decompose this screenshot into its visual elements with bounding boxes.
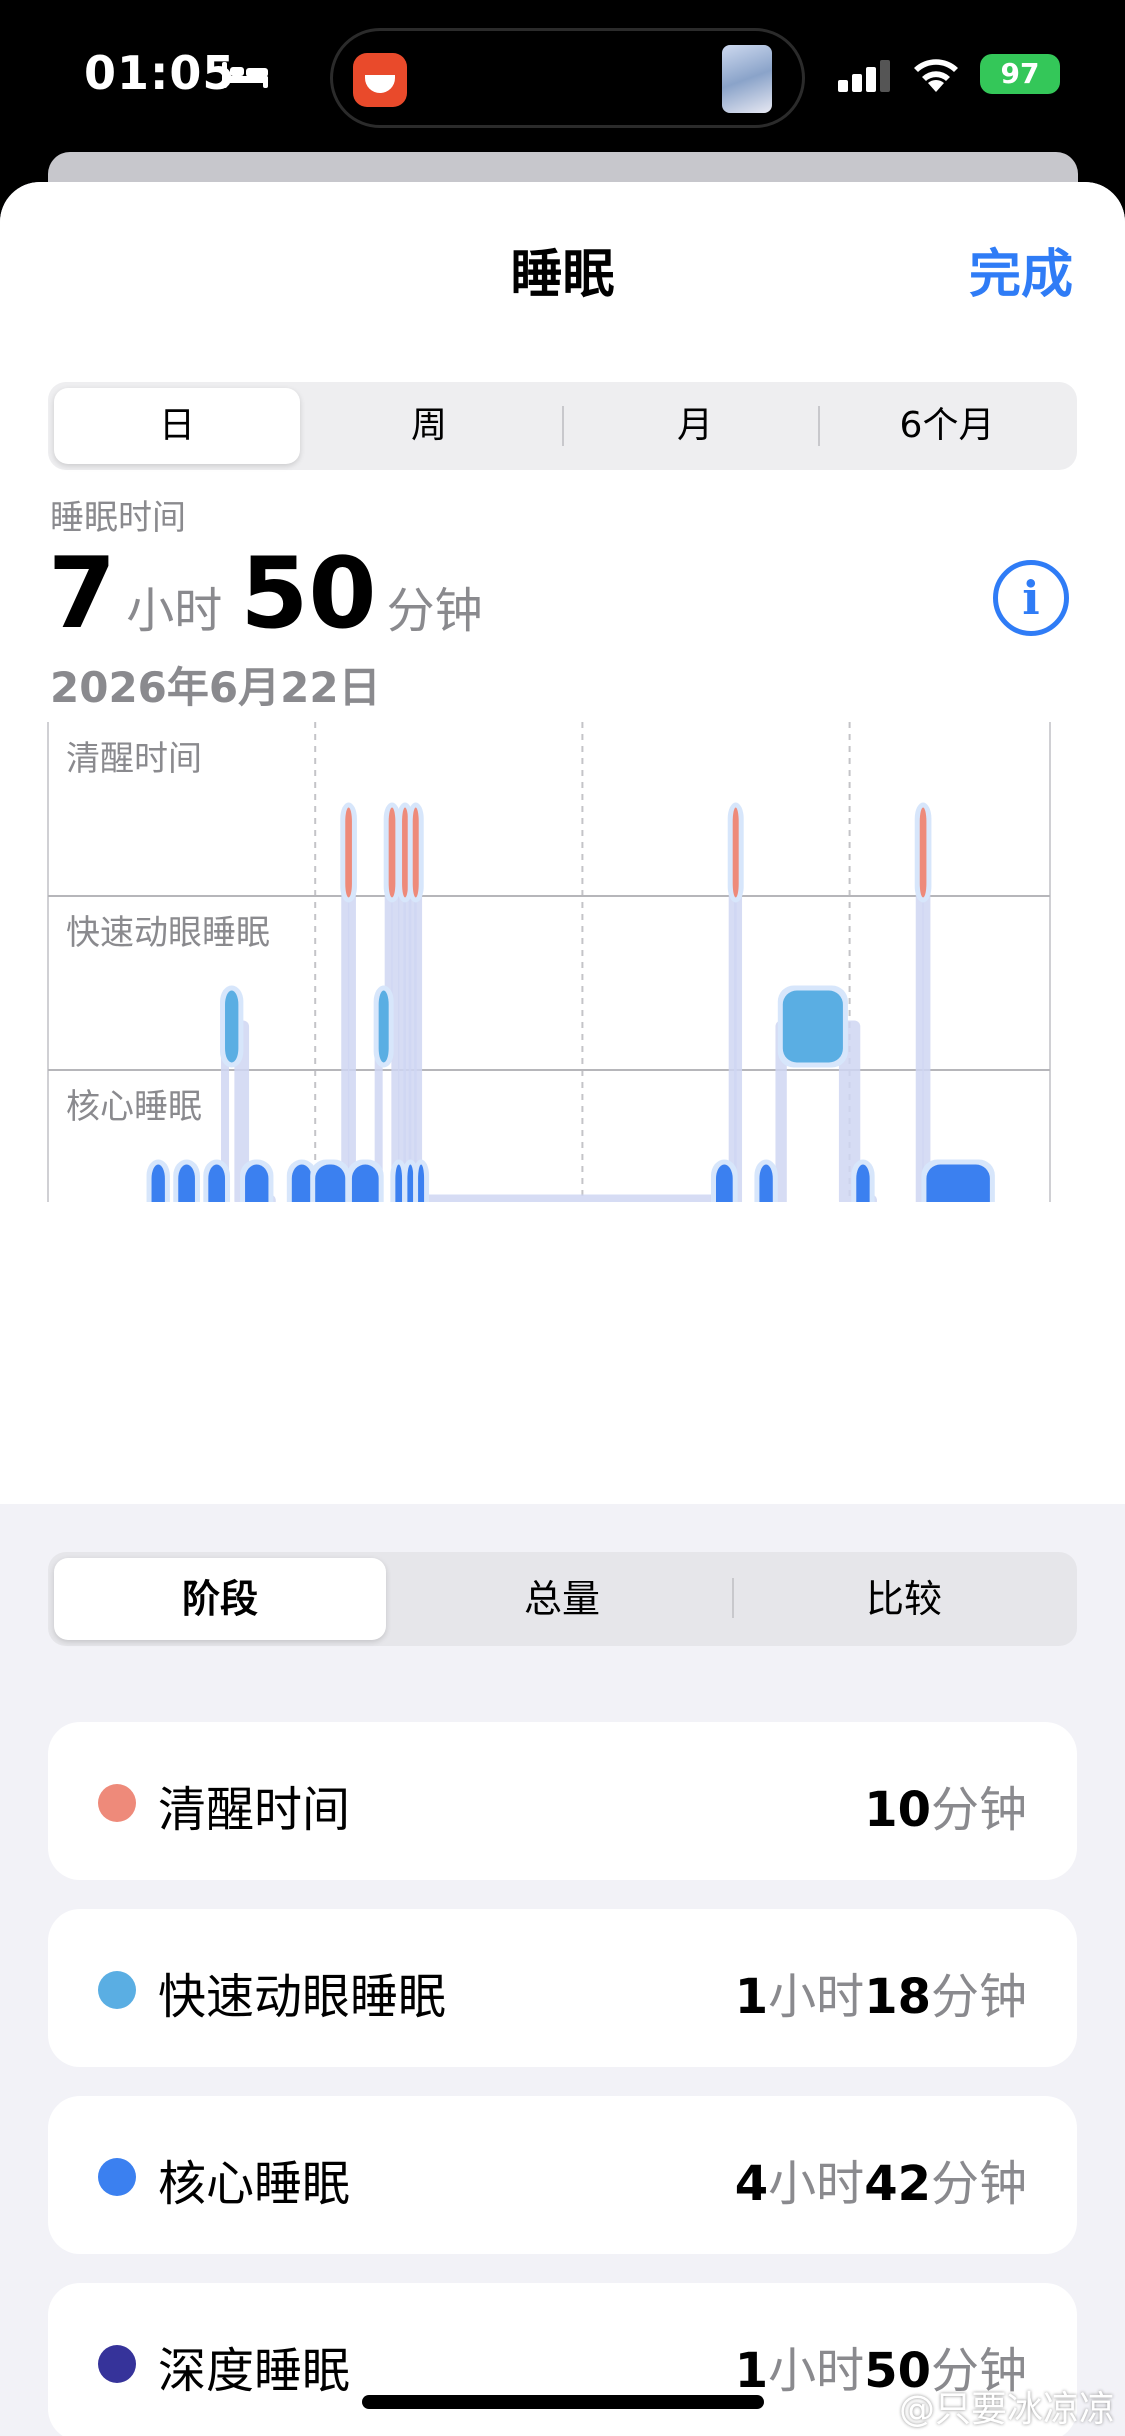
stage-segment: [245, 1164, 269, 1202]
sleep-time-label: 睡眠时间: [50, 498, 186, 538]
minutes-value: 50: [240, 537, 377, 651]
stage-name: 核心睡眠: [158, 2156, 351, 2212]
duration-hours: 4: [734, 2156, 769, 2212]
hours-value: 7: [48, 537, 117, 651]
segment-divider: [562, 406, 564, 446]
rem-legend-dot: [98, 1971, 136, 2009]
stage-segment: [225, 990, 239, 1063]
stage-segment: [782, 990, 843, 1063]
sleep-duration: 7 小时 50 分钟: [48, 537, 501, 651]
segment-divider: [818, 406, 820, 446]
sleep-sheet: 睡眠 完成 日 周 月 6个月 睡眠时间 7 小时 50 分钟 2026年6月22日 …: [0, 182, 1125, 2436]
stage-card-awake[interactable]: 清醒时间 10分钟: [48, 1722, 1077, 1880]
stage-segment: [919, 807, 927, 898]
stage-name: 快速动眼睡眠: [158, 1969, 447, 2025]
duration-minutes-unit: 分钟: [930, 1782, 1027, 1838]
stage-segment: [291, 1164, 312, 1202]
duration-hours-unit: 小时: [768, 1969, 865, 2025]
stage-segment: [395, 1164, 403, 1202]
stage-segment: [856, 1164, 870, 1202]
stage-segment: [412, 807, 419, 898]
sleep-date: 2026年6月22日: [50, 663, 381, 712]
stage-segment: [378, 990, 389, 1063]
stage-row-label: 快速动眼睡眠: [66, 913, 270, 953]
minutes-unit: 分钟: [386, 583, 483, 639]
deep-legend-dot: [98, 2345, 136, 2383]
stage-duration: 1小时18分钟: [735, 1957, 1027, 2027]
tab-stages[interactable]: 阶段: [54, 1558, 386, 1640]
stage-card-core[interactable]: 核心睡眠 4小时42分钟: [48, 2096, 1077, 2254]
duration-hours-unit: 小时: [768, 2156, 865, 2212]
tab-6-months[interactable]: 6个月: [824, 388, 1070, 464]
tab-day[interactable]: 日: [54, 388, 300, 464]
core-legend-dot: [98, 2158, 136, 2196]
watermark: @只要冰凉凉: [898, 2389, 1115, 2430]
battery-level: 97: [1000, 57, 1040, 90]
avatar: [722, 45, 772, 113]
app-activity-icon[interactable]: [353, 53, 407, 107]
tab-week[interactable]: 周: [306, 388, 552, 464]
segment-divider: [732, 1578, 734, 1618]
duration-minutes: 10: [864, 1782, 931, 1838]
info-icon[interactable]: i: [993, 560, 1069, 636]
stage-name: 清醒时间: [158, 1782, 351, 1838]
stage-segment: [732, 807, 739, 898]
done-button[interactable]: 完成: [969, 232, 1073, 307]
tab-amounts[interactable]: 总量: [396, 1558, 728, 1640]
duration-minutes-unit: 分钟: [930, 2156, 1027, 2212]
stage-segment: [178, 1164, 195, 1202]
battery-indicator: 97: [980, 54, 1060, 94]
status-bar: 01:05 97: [0, 0, 1125, 150]
status-time: 01:05: [84, 46, 236, 100]
stage-segment: [418, 1164, 425, 1202]
stage-name: 深度睡眠: [158, 2343, 351, 2399]
duration-hours-unit: 小时: [768, 2343, 865, 2399]
stage-segment: [208, 1164, 226, 1202]
tab-month[interactable]: 月: [570, 388, 820, 464]
stage-segment: [345, 807, 352, 898]
bed-icon: [222, 62, 268, 88]
dynamic-island[interactable]: [330, 28, 805, 128]
sleep-stages-chart[interactable]: 清醒时间快速动眼睡眠核心睡眠深度睡眠04:0008:0012:0016:00: [0, 722, 1125, 1202]
stage-row-label: 清醒时间: [66, 739, 202, 779]
page-title: 睡眠: [510, 245, 615, 305]
stage-duration: 4小时42分钟: [735, 2144, 1027, 2214]
duration-hours: 1: [734, 1969, 769, 2025]
stage-segment: [388, 807, 396, 898]
stage-segment: [402, 807, 409, 898]
range-segmented-control: 日 周 月 6个月: [48, 382, 1077, 470]
stage-segment: [407, 1164, 414, 1202]
tab-compare[interactable]: 比较: [738, 1558, 1070, 1640]
stage-segment: [716, 1164, 733, 1202]
stage-segment: [315, 1164, 346, 1202]
stage-duration: 10分钟: [864, 1770, 1027, 1840]
stage-segment: [151, 1164, 165, 1202]
stage-transition-connector: [419, 1194, 720, 1202]
view-segmented-control: 阶段 总量 比较: [48, 1552, 1077, 1646]
wifi-icon: [914, 59, 958, 92]
duration-minutes-unit: 分钟: [930, 1969, 1027, 2025]
stage-segment: [759, 1164, 773, 1202]
stage-card-rem[interactable]: 快速动眼睡眠 1小时18分钟: [48, 1909, 1077, 2067]
duration-hours: 1: [734, 2343, 769, 2399]
stage-row-label: 核心睡眠: [66, 1087, 202, 1127]
home-indicator[interactable]: [362, 2395, 764, 2409]
stage-segment: [926, 1164, 990, 1202]
duration-minutes: 42: [864, 2156, 931, 2212]
hours-unit: 小时: [126, 583, 223, 639]
cellular-signal-icon: [838, 60, 890, 92]
awake-legend-dot: [98, 1784, 136, 1822]
stage-segment: [351, 1164, 379, 1202]
duration-minutes: 18: [864, 1969, 931, 2025]
